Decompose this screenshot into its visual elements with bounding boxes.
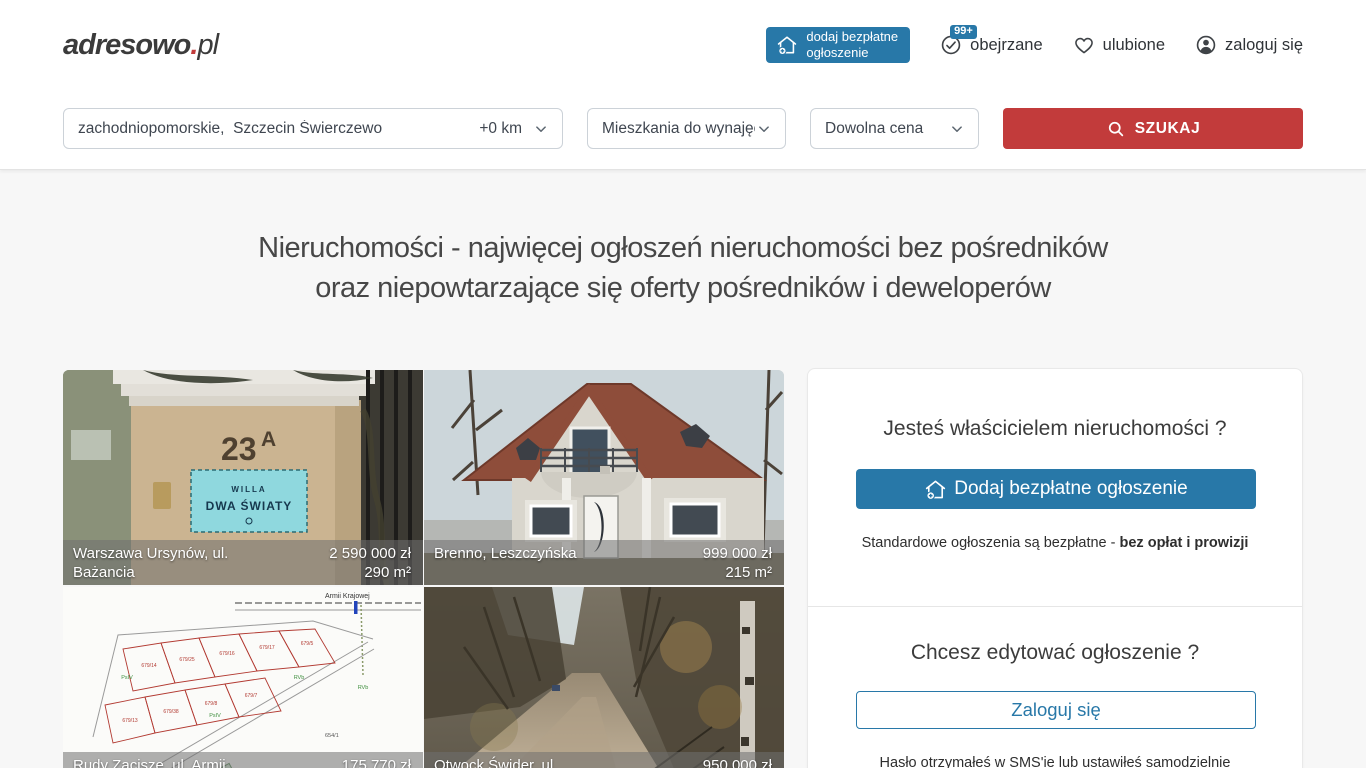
sidebar-card: Jesteś właścicielem nieruchomości ? Doda… bbox=[807, 368, 1303, 768]
listing-price: 950 000 zł bbox=[703, 756, 772, 768]
sidebar-owner-section: Jesteś właścicielem nieruchomości ? Doda… bbox=[808, 369, 1302, 551]
heart-icon bbox=[1073, 34, 1095, 56]
listing-location: Bażancia bbox=[73, 563, 228, 582]
listing-photo-forest-road bbox=[424, 587, 784, 768]
svg-text:DWA ŚWIATY: DWA ŚWIATY bbox=[206, 498, 293, 513]
svg-text:679/5: 679/5 bbox=[301, 641, 314, 647]
listing-area: 215 m² bbox=[703, 563, 772, 582]
nav-login[interactable]: zaloguj się bbox=[1195, 34, 1303, 56]
listing-card-4[interactable]: Otwock Świder, ul. 950 000 zł bbox=[424, 587, 784, 768]
page-title-line2: oraz niepowtarzające się oferty pośredni… bbox=[0, 268, 1366, 308]
location-select[interactable]: zachodniopomorskie, Szczecin Świerczewo … bbox=[63, 108, 563, 149]
user-circle-icon bbox=[1195, 34, 1217, 56]
page: adresowo.pl dodaj bezpłatne bbox=[0, 0, 1366, 768]
listing-location: Rudy Zacisze, ul. Armii bbox=[73, 756, 226, 768]
logo-brand: adresowo bbox=[63, 29, 190, 61]
svg-text:WILLA: WILLA bbox=[231, 485, 266, 494]
page-title: Nieruchomości - najwięcej ogłoszeń nieru… bbox=[0, 228, 1366, 308]
check-circle-icon: 99+ bbox=[940, 34, 962, 56]
search-button[interactable]: SZUKAJ bbox=[1003, 108, 1303, 149]
listing-price: 175 770 zł bbox=[342, 756, 411, 768]
listing-overlay: Warszawa Ursynów, ul. Bażancia 2 590 000… bbox=[63, 540, 423, 585]
house-plus-icon bbox=[776, 34, 798, 56]
listing-price: 2 590 000 zł bbox=[329, 544, 411, 563]
svg-text:679/7: 679/7 bbox=[245, 693, 258, 699]
viewed-count-badge: 99+ bbox=[950, 25, 977, 39]
login-button[interactable]: Zaloguj się bbox=[856, 691, 1256, 729]
nav-viewed[interactable]: 99+ obejrzane bbox=[940, 34, 1042, 56]
topbar: adresowo.pl dodaj bezpłatne bbox=[63, 0, 1303, 90]
header: adresowo.pl dodaj bezpłatne bbox=[0, 0, 1366, 170]
svg-text:679/8: 679/8 bbox=[205, 701, 218, 707]
svg-text:RVb: RVb bbox=[294, 675, 305, 681]
edit-section-title: Chcesz edytować ogłoszenie ? bbox=[808, 641, 1302, 665]
listing-overlay: Otwock Świder, ul. 950 000 zł bbox=[424, 752, 784, 768]
page-title-line1: Nieruchomości - najwięcej ogłoszeń nieru… bbox=[0, 228, 1366, 268]
svg-text:A: A bbox=[261, 428, 276, 451]
logo-tld: pl bbox=[197, 29, 218, 61]
nav-favorites-label: ulubione bbox=[1103, 36, 1165, 55]
search-button-label: SZUKAJ bbox=[1135, 120, 1201, 138]
listing-area: 290 m² bbox=[329, 563, 411, 582]
add-listing-button[interactable]: dodaj bezpłatne ogłoszenie bbox=[766, 27, 910, 63]
svg-text:RVb: RVb bbox=[358, 685, 369, 691]
svg-text:654/1: 654/1 bbox=[325, 733, 339, 739]
location-value: zachodniopomorskie, Szczecin Świerczewo bbox=[78, 120, 471, 138]
svg-text:679/13: 679/13 bbox=[122, 718, 138, 724]
svg-text:679/17: 679/17 bbox=[259, 645, 275, 651]
house-plus-icon bbox=[924, 478, 947, 501]
radius-value: +0 km bbox=[479, 120, 522, 138]
svg-text:Armii Krajowej: Armii Krajowej bbox=[325, 593, 370, 600]
sidebar-edit-section: Chcesz edytować ogłoszenie ? Zaloguj się… bbox=[808, 607, 1302, 768]
listing-card-3[interactable]: Armii Krajowej bbox=[63, 587, 423, 768]
chevron-down-icon bbox=[755, 120, 773, 138]
add-free-listing-button[interactable]: Dodaj bezpłatne ogłoszenie bbox=[856, 469, 1256, 509]
nav-login-label: zaloguj się bbox=[1225, 36, 1303, 55]
add-free-listing-label: Dodaj bezpłatne ogłoszenie bbox=[954, 478, 1187, 500]
listing-photo-plot-map: Armii Krajowej bbox=[63, 587, 423, 768]
category-select[interactable]: Mieszkania do wynajęcia bbox=[587, 108, 786, 149]
nav-favorites[interactable]: ulubione bbox=[1073, 34, 1165, 56]
listing-overlay: Rudy Zacisze, ul. Armii 175 770 zł bbox=[63, 752, 423, 768]
listing-price: 999 000 zł bbox=[703, 544, 772, 563]
listings-grid: 23 A WILLA DWA ŚWIATY bbox=[63, 370, 784, 768]
svg-text:23: 23 bbox=[221, 431, 257, 467]
search-icon bbox=[1106, 119, 1126, 139]
logo[interactable]: adresowo.pl bbox=[63, 29, 218, 62]
svg-text:679/14: 679/14 bbox=[141, 663, 157, 669]
add-listing-label: dodaj bezpłatne ogłoszenie bbox=[806, 29, 898, 62]
price-value: Dowolna cena bbox=[825, 120, 948, 138]
search-bar: zachodniopomorskie, Szczecin Świerczewo … bbox=[63, 108, 1303, 149]
svg-text:PsIV: PsIV bbox=[121, 675, 133, 681]
listing-overlay: Brenno, Leszczyńska 999 000 zł 215 m² bbox=[424, 540, 784, 585]
nav-viewed-label: obejrzane bbox=[970, 36, 1042, 55]
category-value: Mieszkania do wynajęcia bbox=[602, 120, 755, 138]
login-button-label: Zaloguj się bbox=[1011, 699, 1100, 721]
listing-card-2[interactable]: Brenno, Leszczyńska 999 000 zł 215 m² bbox=[424, 370, 784, 585]
svg-text:PsIV: PsIV bbox=[209, 713, 221, 719]
chevron-down-icon bbox=[948, 120, 966, 138]
price-select[interactable]: Dowolna cena bbox=[810, 108, 979, 149]
chevron-down-icon bbox=[532, 120, 550, 138]
listing-location: Warszawa Ursynów, ul. bbox=[73, 544, 228, 563]
svg-text:679/38: 679/38 bbox=[163, 709, 179, 715]
svg-text:679/16: 679/16 bbox=[219, 651, 235, 657]
listing-location: Otwock Świder, ul. bbox=[434, 756, 557, 768]
listing-location: Brenno, Leszczyńska bbox=[434, 544, 577, 563]
topbar-nav: dodaj bezpłatne ogłoszenie 99+ obejrzane bbox=[766, 27, 1303, 63]
svg-text:679/25: 679/25 bbox=[179, 657, 195, 663]
owner-section-title: Jesteś właścicielem nieruchomości ? bbox=[808, 417, 1302, 441]
edit-section-note: Hasło otrzymałeś w SMS'ie lub ustawiłeś … bbox=[808, 755, 1302, 768]
listing-card-1[interactable]: 23 A WILLA DWA ŚWIATY bbox=[63, 370, 423, 585]
owner-section-note: Standardowe ogłoszenia są bezpłatne - be… bbox=[808, 535, 1302, 551]
